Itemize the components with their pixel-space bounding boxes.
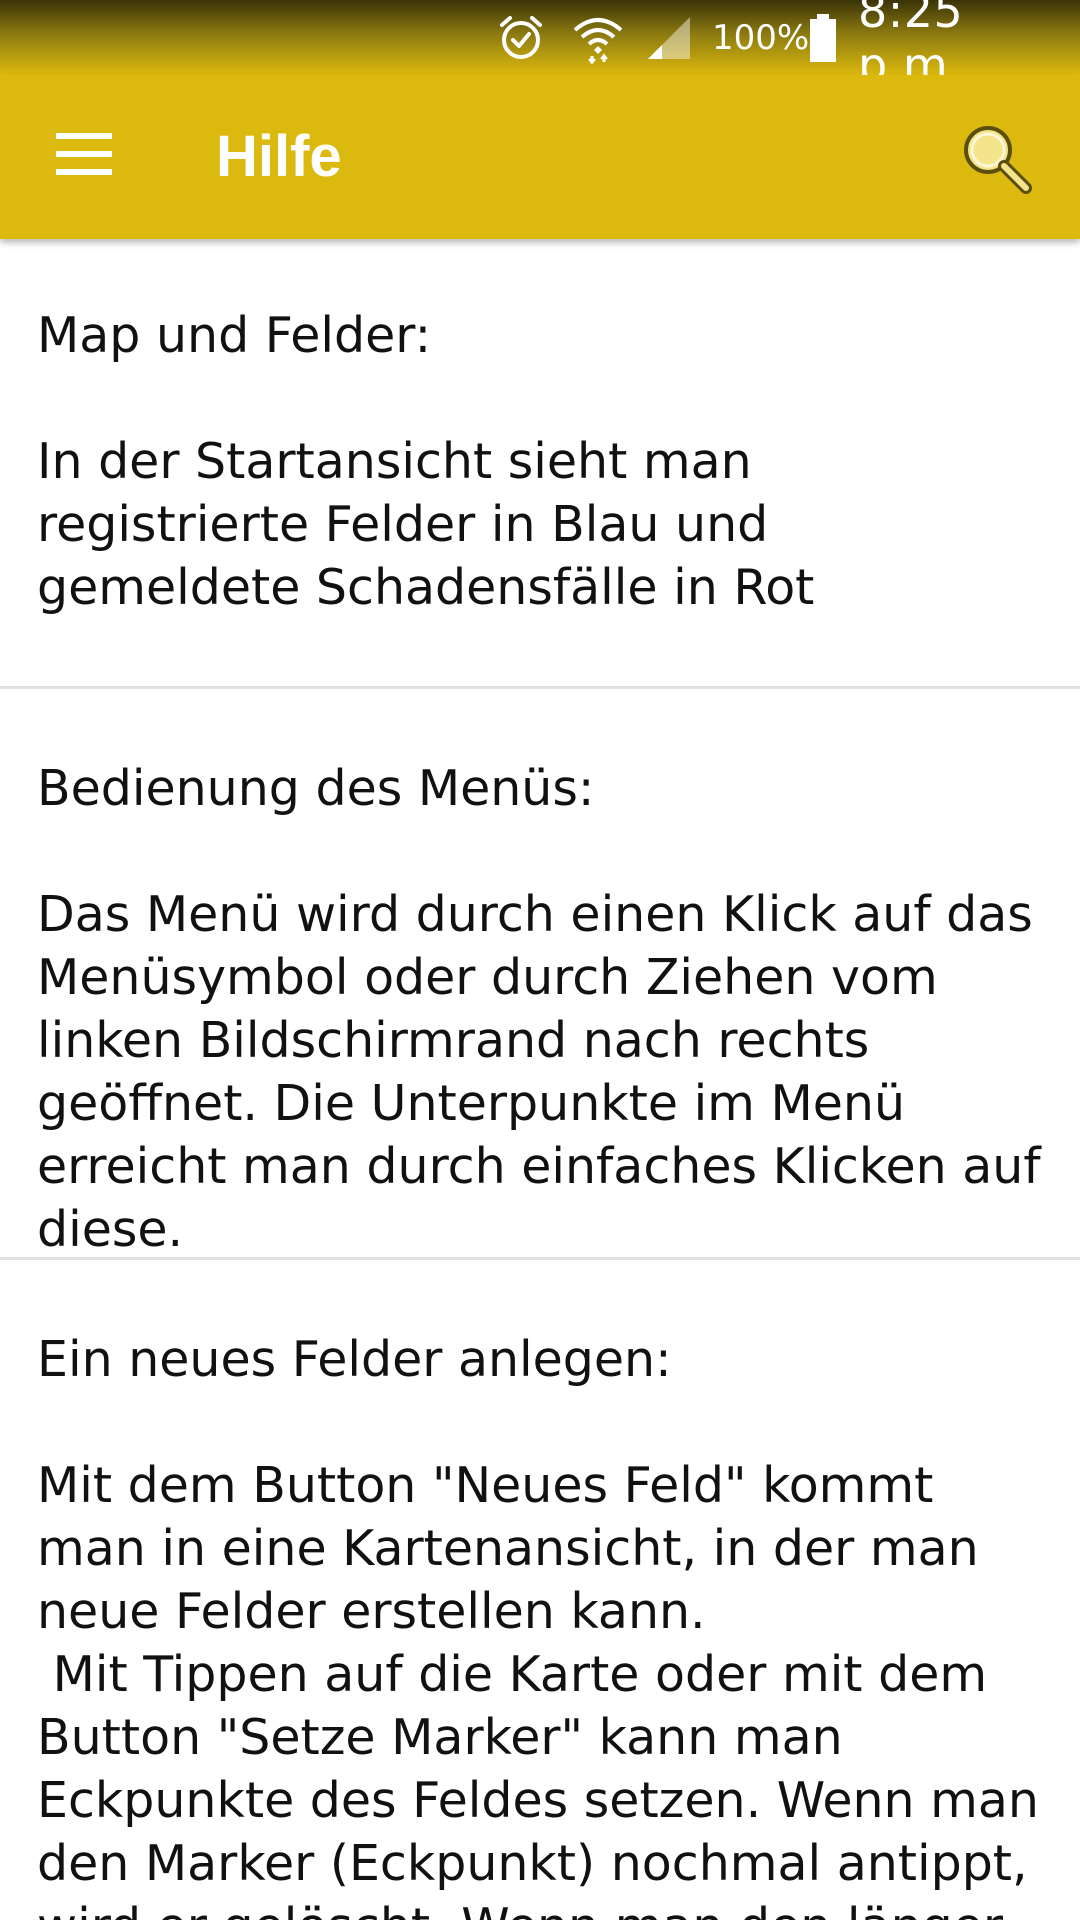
- battery-percent: 100%: [712, 17, 810, 58]
- section-heading: Map und Felder:: [37, 307, 432, 364]
- hamburger-menu-icon[interactable]: [56, 133, 112, 175]
- help-section-new-field: Ein neues Felder anlegen: Mit dem Button…: [0, 1260, 1080, 1920]
- section-body: In der Startansicht sieht man registrier…: [37, 433, 815, 616]
- status-bar: 100% 8:25 p.m.: [0, 0, 1080, 92]
- search-icon[interactable]: [958, 120, 1034, 196]
- section-heading: Ein neues Felder anlegen:: [37, 1331, 672, 1388]
- section-heading: Bedienung des Menüs:: [37, 760, 595, 817]
- battery-icon: [808, 0, 838, 75]
- alarm-icon: [496, 0, 546, 75]
- section-body: Das Menü wird durch einen Klick auf das …: [37, 886, 1057, 1258]
- help-section-menu: Bedienung des Menüs: Das Menü wird durch…: [0, 689, 1080, 1260]
- page-title: Hilfe: [216, 124, 342, 189]
- status-clock: 8:25 p.m.: [858, 0, 964, 92]
- app-bar: Hilfe: [0, 75, 1080, 239]
- help-content[interactable]: Map und Felder: In der Startansicht sieh…: [0, 239, 1080, 1920]
- cell-signal-icon: [644, 0, 694, 75]
- wifi-icon: [572, 0, 624, 75]
- section-body: Mit dem Button "Neues Feld" kommt man in…: [37, 1457, 1039, 1920]
- help-section-map: Map und Felder: In der Startansicht sieh…: [0, 239, 1080, 689]
